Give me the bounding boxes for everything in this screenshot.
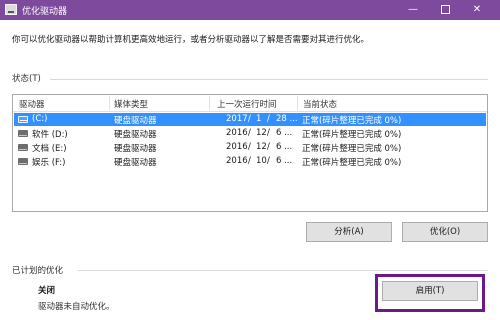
drive-row-c[interactable]: (C:) 硬盘驱动器 2017 / 1 / 28 ... 正常(碎片整理已完成 … [14,113,486,126]
last-run-day: 6 ... [276,156,293,166]
column-header-last-run[interactable]: 上一次运行时间 [217,98,277,110]
last-run-month: 12 [256,142,267,152]
last-run-sep: / [248,114,251,124]
drive-name: 文档 (E:) [32,144,67,154]
last-run-sep: / [267,156,270,166]
column-header-media-type[interactable]: 媒体类型 [114,98,148,110]
drive-name: (C:) [32,114,48,124]
window-title: 优化驱动器 [22,7,68,17]
hard-drive-icon [18,144,28,151]
analyze-button[interactable]: 分析(A) [306,222,392,242]
last-run-day: 28 ... [276,114,298,124]
drive-row-f[interactable]: 娱乐 (F:) 硬盘驱动器 2016 / 10 / 6 ... 正常(碎片整理已… [14,155,486,168]
column-divider[interactable] [109,96,110,110]
drive-status: 正常(碎片整理已完成 0%) [302,144,402,154]
defrag-app-icon [5,4,17,15]
last-run-sep: / [248,128,251,138]
minimize-button[interactable]: — [398,0,428,20]
last-run-sep: / [248,156,251,166]
windows-drive-icon [18,116,28,123]
drive-media-type: 硬盘驱动器 [114,144,157,154]
last-run-sep: / [267,142,270,152]
drive-media-type: 硬盘驱动器 [114,116,157,126]
drive-name: 娱乐 (F:) [32,158,66,168]
last-run-year: 2016 [226,156,248,166]
drive-list[interactable]: 驱动器 媒体类型 上一次运行时间 当前状态 (C:) 硬盘驱动器 2017 / … [12,94,488,212]
drive-status: 正常(碎片整理已完成 0%) [302,130,402,140]
schedule-state: 关闭 [38,286,56,296]
column-header-current-status: 当前状态 [303,100,338,110]
last-run-day: 6 ... [276,128,293,138]
intro-text: 你可以优化驱动器以帮助计算机更高效地运行，或者分析驱动器以了解是否需要对其进行优… [12,35,370,45]
schedule-description: 驱动器未自动优化。 [38,302,115,312]
optimize-button[interactable]: 优化(O) [402,222,488,242]
maximize-button[interactable] [430,0,460,20]
column-header-drive[interactable]: 驱动器 [19,98,45,110]
column-divider[interactable] [297,96,298,110]
enable-button[interactable]: 启用(T) [382,281,478,301]
status-section-label: 状态(T) [12,74,41,84]
last-run-year: 2016 [226,142,248,152]
drive-status: 正常(碎片整理已完成 0%) [302,158,402,168]
last-run-month: 10 [256,156,267,166]
drive-media-type: 硬盘驱动器 [114,158,157,168]
last-run-day: 6 ... [276,142,293,152]
scheduled-divider [78,270,488,271]
last-run-sep: / [267,128,270,138]
drive-list-header: 驱动器 媒体类型 上一次运行时间 当前状态 [13,95,487,112]
drive-name: 软件 (D:) [32,130,68,140]
last-run-sep: / [267,114,270,124]
status-divider [50,79,488,80]
scheduled-section-label: 已计划的优化 [12,266,64,276]
last-run-year: 2017 [226,114,248,124]
last-run-sep: / [248,142,251,152]
close-button[interactable]: ✕ [462,0,492,20]
last-run-year: 2016 [226,128,248,138]
drive-row-e[interactable]: 文档 (E:) 硬盘驱动器 2016 / 12 / 6 ... 正常(碎片整理已… [14,141,486,154]
drive-media-type: 硬盘驱动器 [114,130,157,140]
last-run-month: 12 [256,128,267,138]
drive-row-d[interactable]: 软件 (D:) 硬盘驱动器 2016 / 12 / 6 ... 正常(碎片整理已… [14,127,486,140]
hard-drive-icon [18,130,28,137]
column-divider[interactable] [209,96,210,110]
maximize-icon [440,4,450,14]
title-bar: 优化驱动器 — ✕ [0,0,500,20]
drive-status: 正常(碎片整理已完成 0%) [302,116,402,126]
hard-drive-icon [18,158,28,165]
last-run-month: 1 [256,114,262,124]
